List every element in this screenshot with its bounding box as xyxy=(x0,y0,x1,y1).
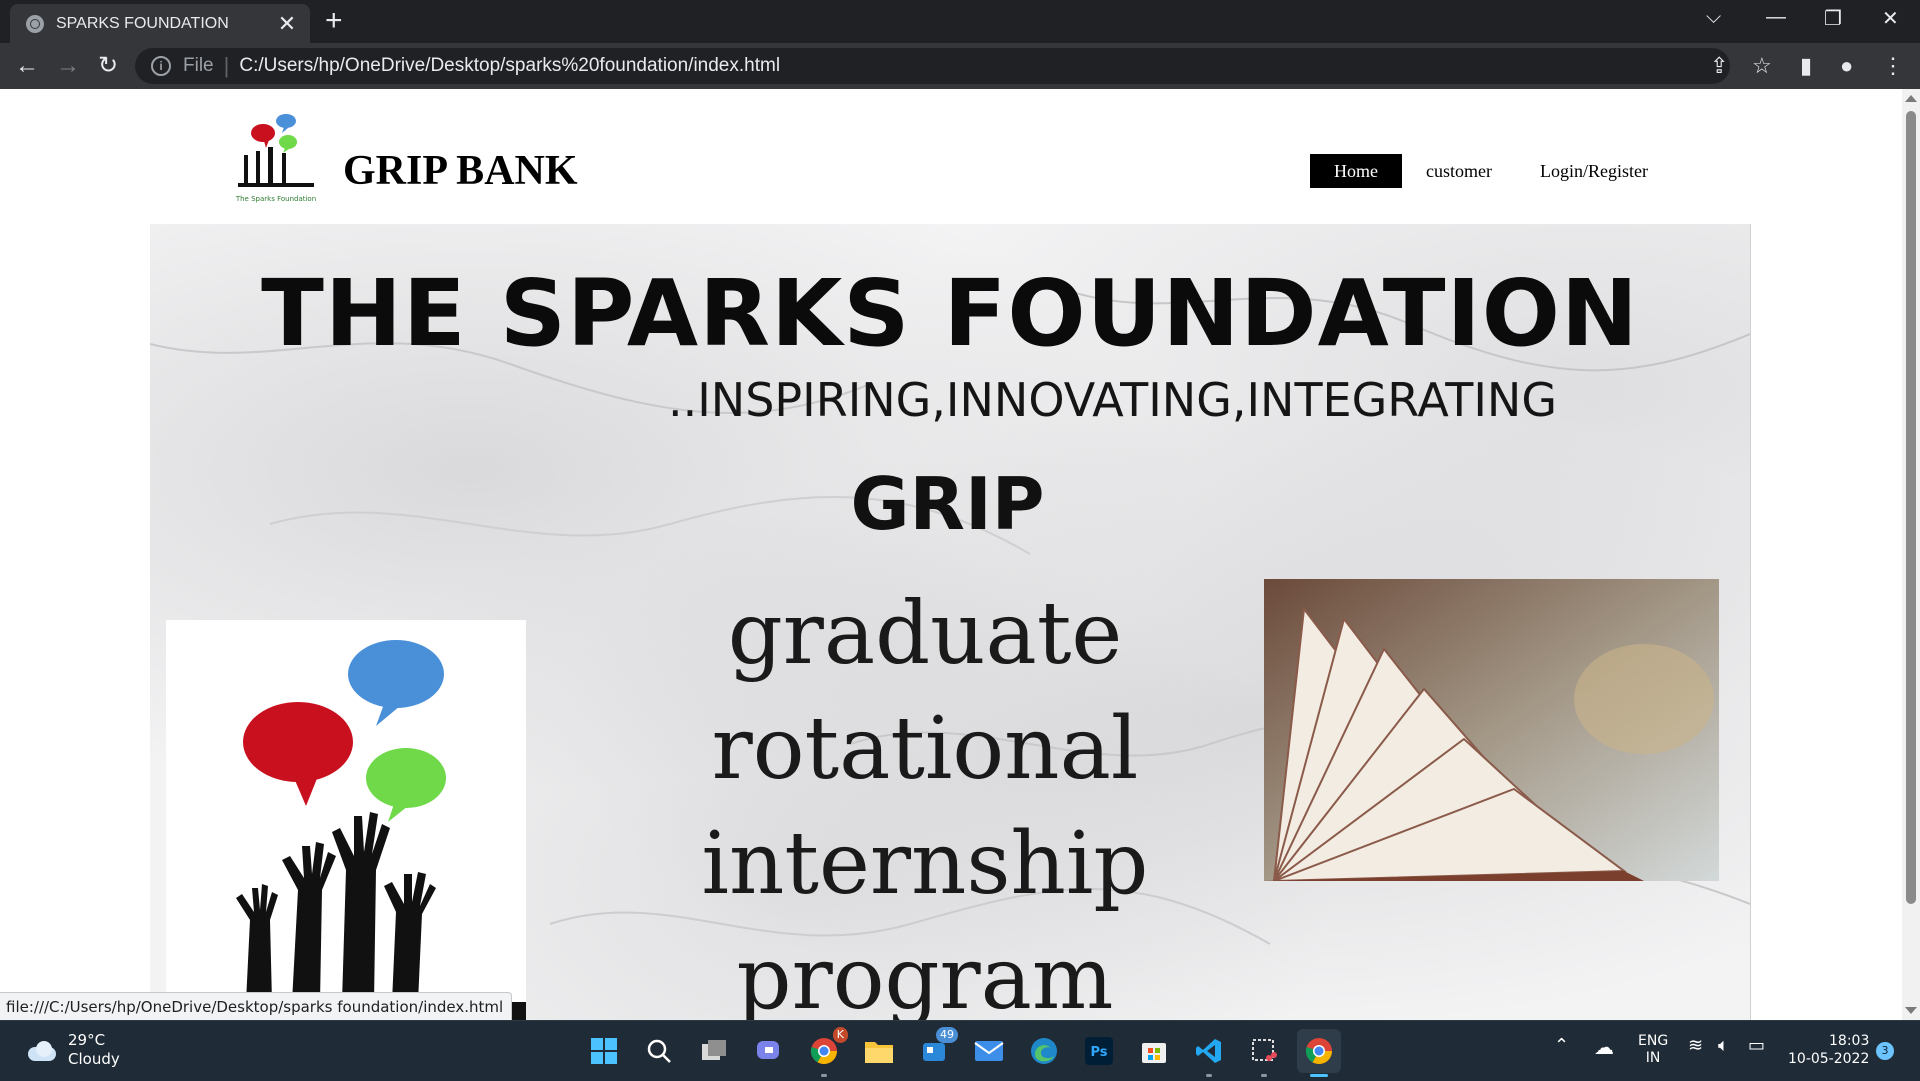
onedrive-cloud-icon[interactable]: ☁ xyxy=(1594,1035,1614,1059)
weather-temperature: 29°C xyxy=(68,1031,106,1049)
weather-widget[interactable]: 29°C Cloudy xyxy=(24,1031,120,1069)
nav-login-register[interactable]: Login/Register xyxy=(1516,154,1672,188)
notification-badge[interactable]: 3 xyxy=(1876,1042,1894,1060)
hero-title: THE SPARKS FOUNDATION xyxy=(261,260,1639,367)
address-url[interactable]: C:/Users/hp/OneDrive/Desktop/sparks%20fo… xyxy=(239,55,780,77)
volume-icon[interactable]: 🔈︎ xyxy=(1718,1035,1729,1056)
mail-button[interactable] xyxy=(967,1029,1011,1073)
site-header: The Sparks Foundation GRIP BANK Home cus… xyxy=(0,89,1902,224)
scheme-label: File xyxy=(183,55,214,76)
address-separator: | xyxy=(223,53,230,78)
back-icon[interactable]: ← xyxy=(12,51,42,81)
chrome-profile-button[interactable]: K xyxy=(802,1027,848,1077)
file-explorer-button[interactable] xyxy=(857,1029,901,1073)
close-tab-icon[interactable]: ✕ xyxy=(276,12,298,35)
side-panel-icon[interactable]: ▮ xyxy=(1800,53,1812,79)
chrome-button[interactable] xyxy=(1297,1029,1341,1077)
sparks-logo: The Sparks Foundation xyxy=(235,114,316,203)
logo-caption: The Sparks Foundation xyxy=(235,195,316,203)
minimize-icon[interactable]: — xyxy=(1766,6,1786,29)
tab-search-icon[interactable]: ⌵ xyxy=(1706,6,1721,29)
taskbar-apps: K 49 Ps xyxy=(582,1027,1352,1077)
scroll-up-arrow-icon[interactable] xyxy=(1905,95,1917,102)
lang-code: ENG xyxy=(1638,1033,1669,1049)
photoshop-button[interactable]: Ps xyxy=(1077,1029,1121,1073)
site-info-icon[interactable]: i xyxy=(151,56,171,76)
tab-title: SPARKS FOUNDATION xyxy=(56,14,229,32)
ms-store-button[interactable] xyxy=(1132,1029,1176,1073)
main-nav: Home customer Login/Register xyxy=(1310,154,1672,188)
tray-chevron-icon[interactable]: ⌃ xyxy=(1554,1035,1569,1056)
menu-icon[interactable]: ⋮ xyxy=(1882,53,1904,79)
clock[interactable]: 18:03 10-05-2022 xyxy=(1788,1032,1869,1068)
profile-icon[interactable]: ● xyxy=(1840,53,1853,79)
lang-region: IN xyxy=(1645,1050,1661,1066)
hands-illustration xyxy=(166,620,526,1020)
brand-title: GRIP BANK xyxy=(343,148,578,194)
vscode-icon xyxy=(1196,1039,1221,1063)
forward-icon[interactable]: → xyxy=(53,51,83,81)
mail-icon xyxy=(974,1041,1004,1061)
window-close-icon[interactable]: ✕ xyxy=(1882,6,1899,31)
tab-strip: SPARKS FOUNDATION ✕ + ⌵ — ❐ ✕ xyxy=(0,0,1920,43)
open-book-photo xyxy=(1264,579,1719,881)
hero-banner: THE SPARKS FOUNDATION ..INSPIRING,INNOVA… xyxy=(150,224,1751,1020)
battery-icon[interactable]: ▭ xyxy=(1748,1035,1765,1056)
teams-chat-button[interactable] xyxy=(747,1029,791,1073)
search-icon xyxy=(647,1039,671,1063)
clock-time: 18:03 xyxy=(1829,1033,1870,1049)
scroll-down-arrow-icon[interactable] xyxy=(1905,1007,1917,1014)
link-status-bubble: file:///C:/Users/hp/OneDrive/Desktop/spa… xyxy=(0,992,513,1021)
cloud-icon xyxy=(24,1039,58,1061)
chat-icon xyxy=(757,1041,779,1059)
hero-tagline: ..INSPIRING,INNOVATING,INTEGRATING xyxy=(668,373,1557,427)
chrome-active-icon xyxy=(1305,1038,1333,1065)
hero-grip: GRIP xyxy=(850,462,1045,546)
profile-badge: K xyxy=(832,1027,848,1043)
bookmark-star-icon[interactable]: ☆ xyxy=(1752,53,1772,79)
store-icon xyxy=(1142,1043,1166,1063)
edge-button[interactable] xyxy=(1022,1029,1066,1073)
language-indicator[interactable]: ENG IN xyxy=(1638,1033,1668,1067)
browser-toolbar: ← → ↻ i File | C:/Users/hp/OneDrive/Desk… xyxy=(0,43,1920,90)
folder-icon xyxy=(865,1042,893,1063)
address-bar[interactable]: i File | C:/Users/hp/OneDrive/Desktop/sp… xyxy=(135,48,1730,84)
search-button[interactable] xyxy=(637,1029,681,1073)
vscode-button[interactable] xyxy=(1187,1029,1231,1077)
task-view-button[interactable] xyxy=(692,1029,736,1073)
nav-home[interactable]: Home xyxy=(1310,154,1402,188)
share-icon[interactable]: ⇪ xyxy=(1710,53,1728,79)
svg-text:Ps: Ps xyxy=(1090,1045,1107,1060)
taskbar: 29°C Cloudy K 49 Ps ⌃ ☁ ENG IN ≋ 🔈︎ ▭ 18… xyxy=(0,1020,1920,1081)
browser-tab[interactable]: SPARKS FOUNDATION ✕ xyxy=(10,4,310,43)
new-tab-button[interactable]: + xyxy=(325,6,343,36)
reload-icon[interactable]: ↻ xyxy=(93,51,123,81)
windows-icon xyxy=(591,1038,617,1064)
restore-icon[interactable]: ❐ xyxy=(1824,6,1842,31)
clock-date: 10-05-2022 xyxy=(1788,1051,1870,1067)
page-viewport: The Sparks Foundation GRIP BANK Home cus… xyxy=(0,89,1902,1020)
weather-condition: Cloudy xyxy=(68,1050,120,1068)
nav-customer[interactable]: customer xyxy=(1402,154,1516,188)
photoshop-icon: Ps xyxy=(1085,1037,1113,1065)
mail-badge: 49 xyxy=(936,1027,958,1043)
task-view-icon xyxy=(702,1040,726,1060)
edge-icon xyxy=(1031,1038,1057,1064)
wifi-icon[interactable]: ≋ xyxy=(1688,1035,1703,1056)
snipping-icon xyxy=(1252,1039,1277,1061)
snipping-tool-button[interactable] xyxy=(1242,1029,1286,1077)
store-apps-button[interactable]: 49 xyxy=(912,1027,958,1073)
globe-icon xyxy=(26,14,44,33)
page-scrollbar[interactable] xyxy=(1902,89,1920,1020)
scroll-thumb[interactable] xyxy=(1906,111,1916,904)
start-button[interactable] xyxy=(582,1029,626,1073)
